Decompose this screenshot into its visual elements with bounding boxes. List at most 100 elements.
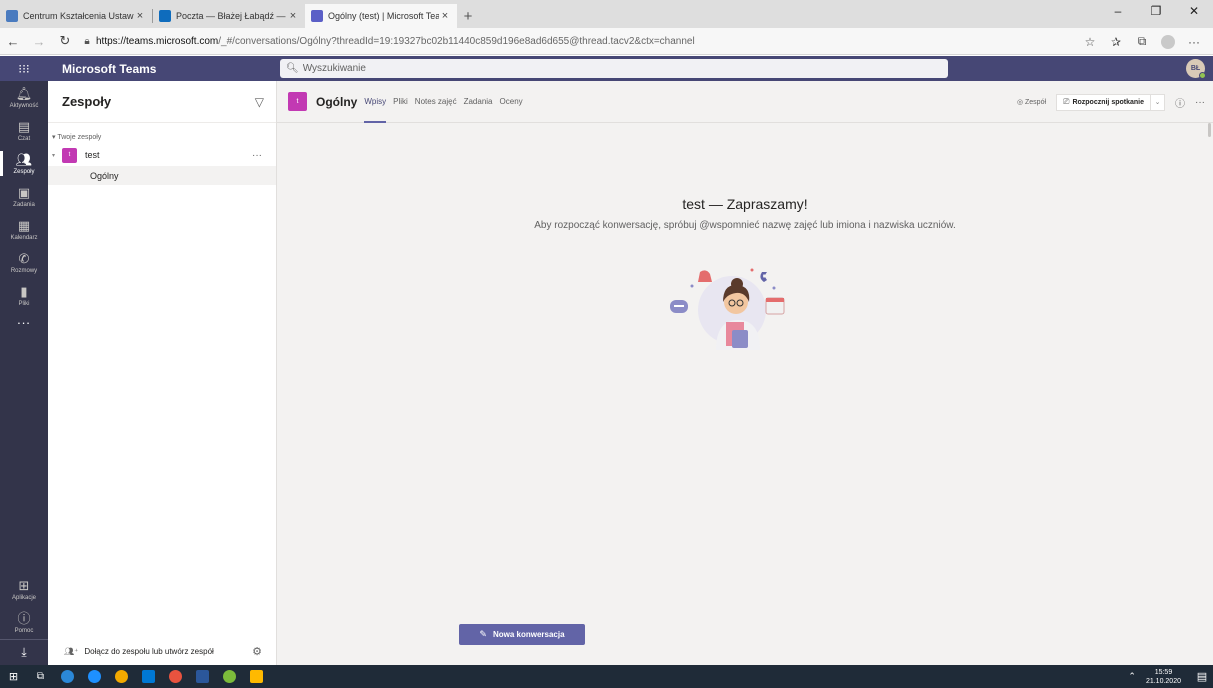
taskbar-app-2-icon[interactable] <box>216 665 243 688</box>
team-link[interactable]: ◎ Zespół <box>1017 98 1046 106</box>
section-your-teams[interactable]: ▾ Twoje zespoły <box>48 123 276 145</box>
chat-bubble-icon <box>670 300 688 313</box>
calendar-icon <box>765 297 785 315</box>
word-icon[interactable] <box>189 665 216 688</box>
app-name: Microsoft Teams <box>62 61 157 76</box>
window-controls: – ❐ ✕ <box>1099 0 1213 24</box>
restore-icon[interactable]: ❐ <box>1137 0 1175 24</box>
search-input[interactable] <box>302 63 903 74</box>
rail-item-label: Rozmowy <box>10 267 38 274</box>
task-view-icon[interactable]: ⧉ <box>27 665 54 688</box>
rail-item-label: Aktywność <box>9 102 39 109</box>
address-bar: ← → ↻ 🔒︎ https://teams.microsoft.com/_#/… <box>0 28 1213 55</box>
apps-icon: ⊞ <box>18 577 30 593</box>
system-tray: ⌃ 15:59 21.10.2020 ▤ <box>1128 665 1213 688</box>
mail-icon[interactable] <box>135 665 162 688</box>
pane-title: Zespoły <box>62 94 112 109</box>
taskbar-app-1-icon[interactable] <box>54 665 81 688</box>
taskbar-clock[interactable]: 15:59 21.10.2020 <box>1146 668 1181 686</box>
refresh-icon[interactable]: ↻ <box>52 33 78 49</box>
filter-icon[interactable]: ▽ <box>255 95 264 109</box>
browser-profile-avatar[interactable] <box>1161 34 1175 49</box>
start-meeting-label: Rozpocznij spotkanie <box>1072 98 1144 106</box>
close-tab-icon[interactable]: × <box>439 10 451 22</box>
tab-files[interactable]: Pliki <box>393 81 408 123</box>
scrollbar-thumb[interactable] <box>1208 123 1211 137</box>
channel-title: Ogólny <box>316 94 358 109</box>
rail-item-label: Aplikacje <box>11 594 36 601</box>
download-app-icon[interactable]: ⤓ <box>0 639 48 665</box>
search-icon: 🔍︎ <box>286 63 299 74</box>
rail-item-chat[interactable]: ▤ Czat <box>0 114 48 147</box>
user-avatar[interactable]: BŁ <box>1186 59 1206 79</box>
windows-start-icon[interactable]: ⊞ <box>0 665 27 688</box>
new-tab-button[interactable]: + <box>457 4 479 28</box>
team-item-test[interactable]: ▾ t test ··· <box>48 145 276 165</box>
start-meeting-button[interactable]: ⎚ Rozpocznij spotkanie ⌄ <box>1056 93 1165 111</box>
forward-arrow-icon[interactable]: → <box>26 34 52 49</box>
close-window-icon[interactable]: ✕ <box>1175 0 1213 24</box>
team-avatar: t <box>62 147 77 163</box>
close-tab-icon[interactable]: × <box>287 10 299 22</box>
join-team-icon: 👥︎⁺ <box>64 646 79 656</box>
file-explorer-icon[interactable] <box>243 665 270 688</box>
chat-icon: ▤ <box>17 118 31 134</box>
channel-item-general[interactable]: Ogólny <box>48 166 276 185</box>
chrome-icon[interactable] <box>108 665 135 688</box>
rail-item-label: Pomoc <box>14 627 34 634</box>
bell-icon <box>698 270 712 282</box>
url-field[interactable]: https://teams.microsoft.com/_#/conversat… <box>96 36 695 47</box>
close-tab-icon[interactable]: × <box>134 10 146 22</box>
tray-chevron-up-icon[interactable]: ⌃ <box>1128 671 1136 682</box>
welcome-subtitle: Aby rozpocząć konwersację, spróbuj @wspo… <box>534 220 956 231</box>
rail-item-teams[interactable]: 👥︎ Zespoły <box>0 147 48 180</box>
rail-item-apps[interactable]: ⊞ Aplikacje <box>0 573 48 606</box>
join-or-create-team-link[interactable]: Dołącz do zespołu lub utwórz zespół <box>84 647 252 656</box>
team-caret-icon: ▾ <box>52 152 56 159</box>
teams-list-pane: Zespoły ▽ ▾ Twoje zespoły ▾ t test ··· O… <box>48 81 277 665</box>
minimize-icon[interactable]: – <box>1099 0 1137 24</box>
gear-icon[interactable]: ⚙ <box>252 645 262 658</box>
team-more-options-icon[interactable]: ··· <box>252 150 276 161</box>
rail-item-assignments[interactable]: ▣ Zadania <box>0 180 48 213</box>
user-initials: BŁ <box>1190 65 1201 72</box>
rail-item-help[interactable]: ⓘ Pomoc <box>0 606 48 639</box>
new-conversation-button[interactable]: ✎ Nowa konwersacja <box>459 624 585 645</box>
team-link-label: Zespół <box>1025 99 1047 106</box>
favorite-star-icon[interactable]: ☆ <box>1077 35 1103 49</box>
search-box[interactable]: 🔍︎ <box>280 59 948 78</box>
pane-header: Zespoły ▽ <box>48 81 276 123</box>
edge-icon[interactable] <box>81 665 108 688</box>
rail-item-label: Kalendarz <box>10 234 38 241</box>
rail-item-label: Czat <box>17 135 31 142</box>
more-apps-button[interactable]: ... <box>0 312 48 338</box>
browser-tab-outlook[interactable]: Poczta — Błażej Łabądź — Outlo × <box>153 4 305 28</box>
browser-menu-icon[interactable]: ··· <box>1181 35 1207 49</box>
rail-item-activity[interactable]: 🔔︎ Aktywność <box>0 81 48 114</box>
info-icon[interactable]: ⓘ <box>1175 95 1185 110</box>
welcome-message: test — Zapraszamy! Aby rozpocząć konwers… <box>277 196 1213 231</box>
firefox-icon[interactable] <box>162 665 189 688</box>
video-camera-icon: ⎚ <box>1063 97 1070 106</box>
favorites-icon[interactable]: ✰ <box>1103 35 1129 49</box>
rail-item-calendar[interactable]: ▦ Kalendarz <box>0 213 48 246</box>
section-label: Twoje zespoły <box>57 134 102 141</box>
more-options-icon[interactable]: ··· <box>1195 97 1205 108</box>
tab-assignments[interactable]: Zadania <box>464 81 493 123</box>
tab-class-notebook[interactable]: Notes zajęć <box>415 81 457 123</box>
browser-tab-teams[interactable]: Ogólny (test) | Microsoft Teams × <box>305 4 457 28</box>
back-arrow-icon[interactable]: ← <box>0 34 26 49</box>
tab-posts[interactable]: Wpisy <box>364 81 386 123</box>
collections-icon[interactable]: ⧉ <box>1129 34 1155 49</box>
file-icon: ▮ <box>20 283 28 299</box>
tab-grades[interactable]: Oceny <box>500 81 523 123</box>
browser-tab-cku[interactable]: Centrum Kształcenia Ustawiczne × <box>0 4 152 28</box>
rail-item-calls[interactable]: ✆ Rozmowy <box>0 246 48 279</box>
channel-header: t Ogólny Wpisy Pliki Notes zajęć Zadania… <box>277 81 1213 123</box>
chevron-down-icon[interactable]: ⌄ <box>1150 94 1164 110</box>
app-launcher-icon[interactable]: ⁝⁝⁝ <box>0 62 48 76</box>
pane-footer: 👥︎⁺ Dołącz do zespołu lub utwórz zespół … <box>48 637 276 665</box>
welcome-illustration <box>670 268 785 350</box>
rail-item-files[interactable]: ▮ Pliki <box>0 279 48 312</box>
notification-center-icon[interactable]: ▤ <box>1191 670 1213 683</box>
